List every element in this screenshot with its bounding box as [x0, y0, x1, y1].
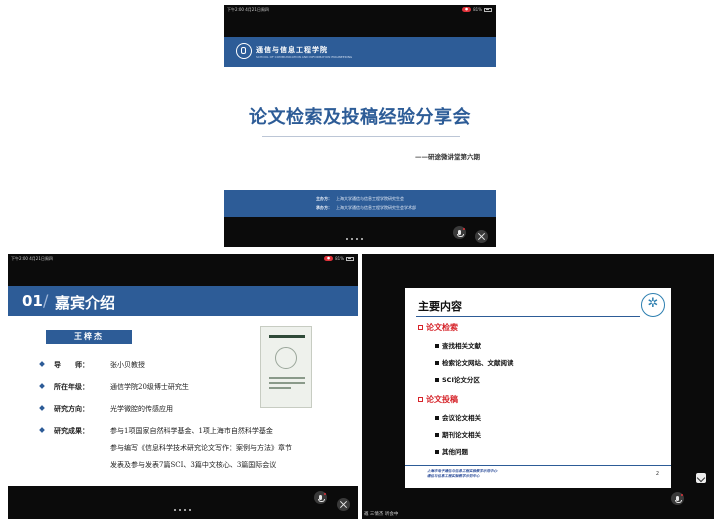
mic-button[interactable]: [314, 491, 327, 504]
row-value: 发表及参与发表7篇SCI、3篇中文核心、3篇国际会议: [110, 461, 277, 469]
mic-button[interactable]: [453, 226, 466, 239]
shared-slide-contents: 主要内容 论文检索 查找相关文献 检索论文网站、文献阅读 SCI论文分区 论文投…: [405, 288, 671, 488]
list-item: 查找相关文献: [435, 340, 481, 350]
list-item: 检索论文网站、文献阅读: [435, 357, 514, 367]
slide-subtitle: ——研途微讲堂第六期: [415, 153, 480, 161]
row-value: 参与编写《信息科学技术研究论文写作：案例与方法》章节: [110, 444, 292, 452]
section-number: 01: [22, 292, 43, 310]
list-item: SCI论文分区: [435, 374, 480, 384]
video-tile-top[interactable]: 下午2:00 4月21日周四 ● 81% 通信与信息工程学院 SCHOOL OF…: [224, 5, 496, 247]
divider: [262, 136, 460, 137]
recording-indicator: ●: [462, 7, 472, 12]
square-bullet-icon: [435, 433, 439, 437]
expand-icon: [478, 233, 485, 240]
section-title: 嘉宾介绍: [55, 294, 116, 312]
section-heading: 论文投稿: [418, 394, 458, 405]
video-tile-bottom-left[interactable]: 下午2:00 4月21日周四 ● 81% 01 / 嘉宾介绍 王梓杰 导 师： …: [8, 254, 358, 519]
school-logo-icon: [236, 43, 252, 59]
fullscreen-button[interactable]: [337, 498, 350, 511]
row-label: 所在年级：: [54, 382, 89, 391]
list-item: 其他问题: [435, 446, 468, 456]
status-bar: 下午2:00 4月21日周四 ● 81%: [224, 5, 496, 14]
page-number: 2: [655, 471, 659, 477]
square-bullet-icon: [435, 344, 439, 348]
diamond-bullet-icon: [39, 361, 45, 367]
diamond-bullet-icon: [39, 405, 45, 411]
video-tile-bottom-right[interactable]: 主要内容 论文检索 查找相关文献 检索论文网站、文献阅读 SCI论文分区 论文投…: [362, 254, 714, 519]
school-name-en: SCHOOL OF COMMUNICATION AND INFORMATION …: [256, 55, 353, 59]
battery-level: 81%: [335, 256, 344, 261]
row-label: 导 师：: [54, 360, 89, 369]
mic-icon: [457, 228, 465, 237]
page-dots[interactable]: [346, 238, 363, 240]
status-time: 下午2:00 4月21日周四: [227, 7, 269, 12]
university-logo-icon: [641, 293, 665, 317]
footer-rule: [405, 465, 671, 466]
participant-status: 邀 三情杰 听会中: [364, 512, 399, 517]
status-time: 下午2:00 4月21日周四: [11, 256, 53, 261]
battery-level: 81%: [473, 7, 482, 12]
square-bullet-icon: [435, 450, 439, 454]
mic-icon: [318, 493, 326, 502]
row-value: 通信学院20级博士研究生: [110, 383, 189, 391]
annotate-button[interactable]: [696, 473, 706, 483]
section-header: 01 / 嘉宾介绍: [8, 286, 358, 316]
row-label: 研究方向：: [54, 404, 89, 413]
list-item: 会议论文相关: [435, 412, 481, 422]
shared-slide-title: 通信与信息工程学院 SCHOOL OF COMMUNICATION AND IN…: [224, 37, 496, 217]
organizer-line: 主办方： 上海大学通信与信息工程学院研究生会: [316, 196, 404, 202]
mic-button[interactable]: [671, 492, 684, 505]
slide-footer: 上海市电子通信与信息工程实验教学示范中心· 通信与信息工程实验教学示范中心: [427, 469, 499, 478]
book-cover-image: [260, 326, 312, 408]
status-bar: 下午2:00 4月21日周四 ● 81%: [8, 254, 358, 263]
battery-icon: [346, 256, 354, 261]
organizer: 上海大学通信与信息工程学院研究生会: [336, 196, 404, 201]
square-bullet-icon: [435, 361, 439, 365]
diamond-bullet-icon: [39, 427, 45, 433]
fullscreen-button[interactable]: [475, 230, 488, 243]
row-label: 研究成果：: [54, 426, 89, 435]
slide-title: 论文检索及投稿经验分享会: [249, 107, 471, 128]
slide-header-band: 通信与信息工程学院 SCHOOL OF COMMUNICATION AND IN…: [224, 37, 496, 67]
slide-footer-band: 主办方： 上海大学通信与信息工程学院研究生会 承办方： 上海大学通信与信息工程学院研…: [224, 190, 496, 217]
host: 上海大学通信与信息工程学院研究生会学术部: [336, 205, 416, 210]
host-line: 承办方： 上海大学通信与信息工程学院研究生会学术部: [316, 205, 416, 211]
square-bullet-icon: [435, 416, 439, 420]
row-value: 参与1项国家自然科学基金、1项上海市自然科学基金: [110, 427, 273, 435]
battery-icon: [484, 7, 492, 12]
diamond-bullet-icon: [39, 383, 45, 389]
section-heading: 论文检索: [418, 322, 458, 333]
organizer-label: 主办方：: [316, 196, 332, 201]
list-item: 期刊论文相关: [435, 429, 481, 439]
slide-title: 主要内容: [418, 300, 462, 313]
shared-slide-guest: 01 / 嘉宾介绍 王梓杰 导 师： 张小贝教授 所在年级： 通信学院20级博士…: [8, 286, 358, 486]
section-slash: /: [43, 291, 49, 310]
divider: [416, 316, 640, 317]
checkbox-bullet-icon: [418, 397, 423, 402]
school-name: 通信与信息工程学院: [256, 45, 328, 54]
checkbox-bullet-icon: [418, 325, 423, 330]
guest-name: 王梓杰: [46, 330, 132, 344]
host-label: 承办方：: [316, 205, 332, 210]
recording-indicator: ●: [324, 256, 334, 261]
mic-icon: [675, 494, 683, 503]
square-bullet-icon: [435, 378, 439, 382]
expand-icon: [340, 501, 347, 508]
row-value: 张小贝教授: [110, 361, 145, 369]
row-value: 光学微腔的传感应用: [110, 405, 173, 413]
page-dots[interactable]: [174, 509, 191, 511]
